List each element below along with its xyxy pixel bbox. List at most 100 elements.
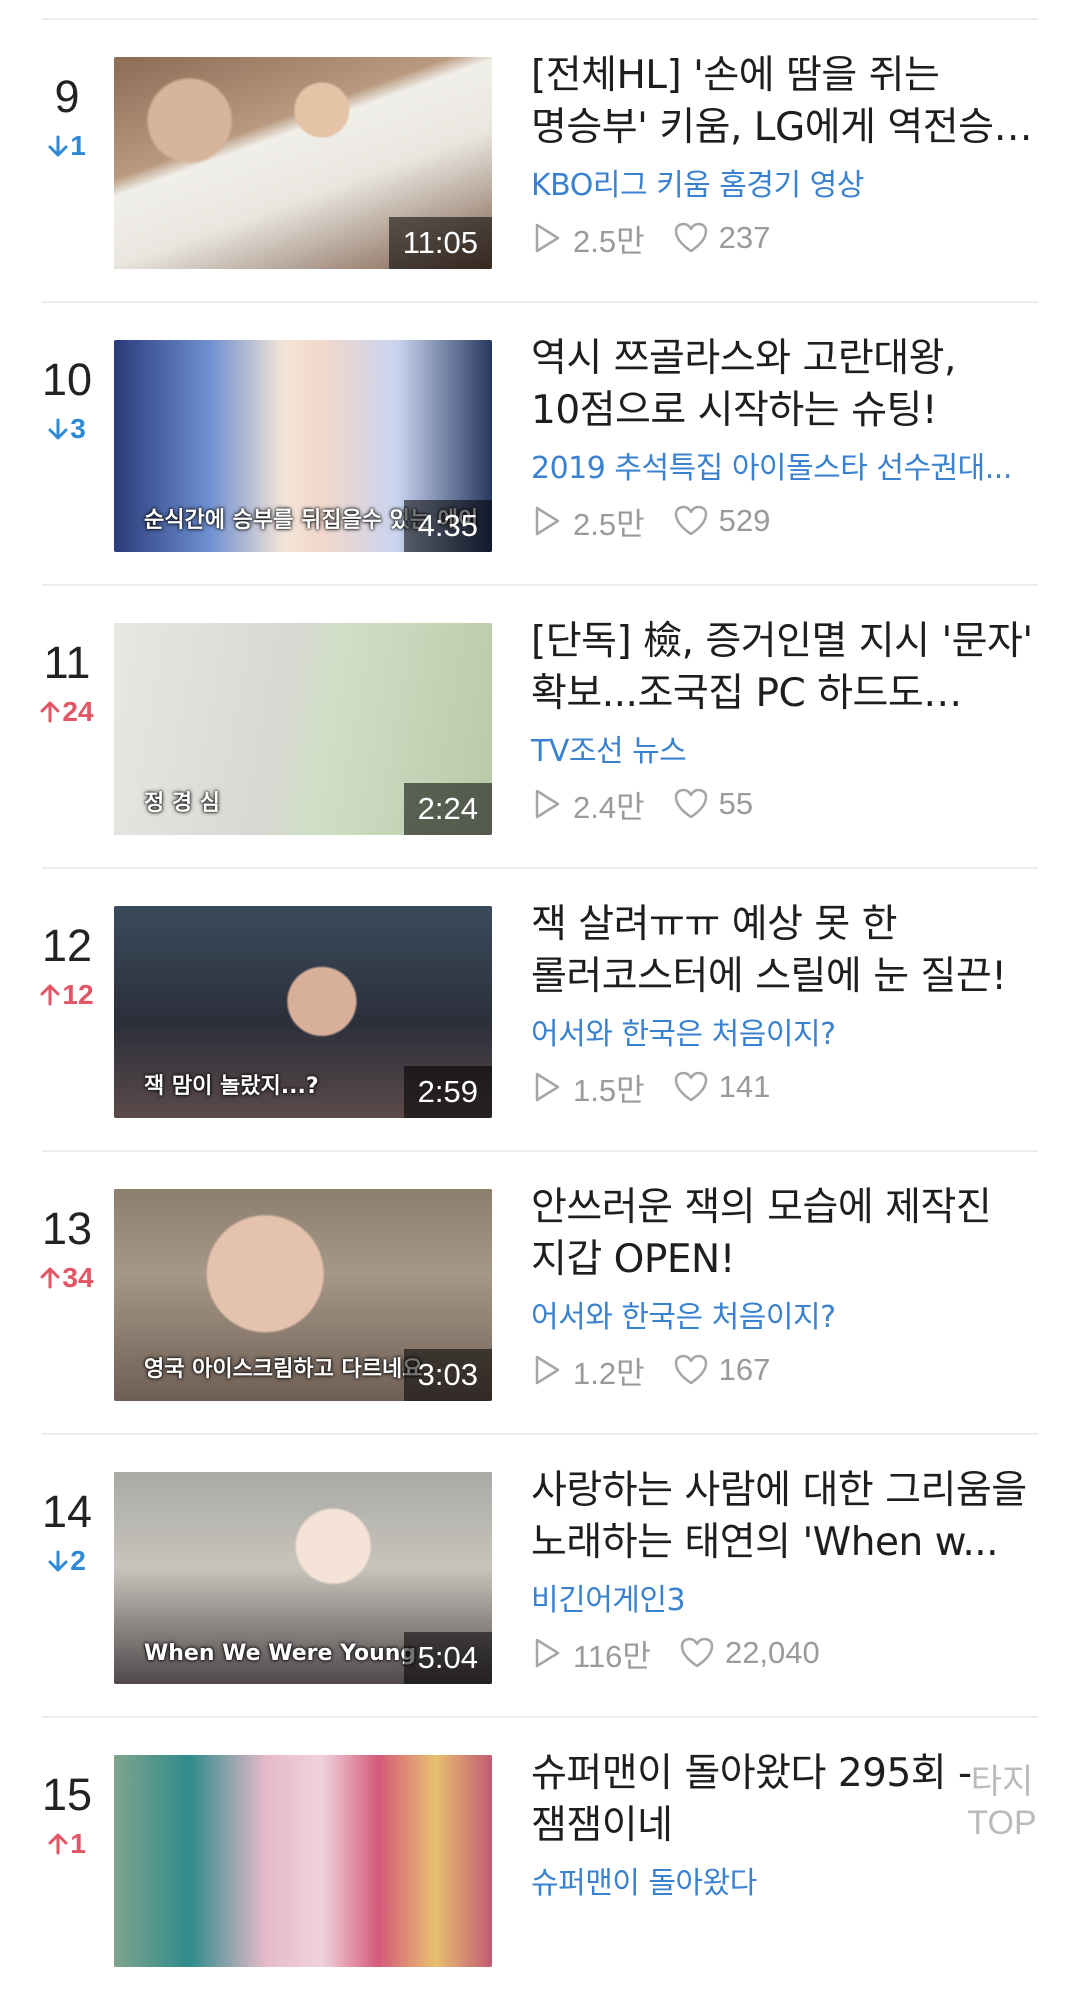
heart-icon	[673, 1070, 709, 1104]
video-thumbnail[interactable]: 11:05	[114, 57, 492, 269]
rank-change-value: 2	[70, 1545, 86, 1576]
like-count: 141	[718, 1069, 771, 1104]
list-item[interactable]: 13 34 영국 아이스크림하고 다르네요 3:03 안쓰러운 잭의 모습에 제작진 지…	[0, 1152, 1080, 1435]
list-item[interactable]: 12 12 잭 맘이 놀랐지...? 2:59 잭 살려ㅠㅠ 예상 못 한 롤러코스터에…	[0, 869, 1080, 1152]
video-stats: 116만 22,040	[531, 1631, 1036, 1675]
rank-block: 91	[20, 70, 114, 166]
channel-name[interactable]: KBO리그 키움 홈경기 영상	[531, 166, 1036, 206]
ranking-list: 9 1 11:05 [전체HL] '손에 땀을 쥐는 명승부' 키움, LG에게 역전…	[0, 0, 1080, 1967]
top-button-title: 타지	[970, 1762, 1034, 1802]
list-item[interactable]: 10 3 순식간에 승부를 뒤집을수 있는 에이 4:35 역시 쯔골라스와 고란대왕,…	[0, 303, 1080, 586]
video-title[interactable]: 슈퍼맨이 돌아왔다 295회 - 잼잼이네	[531, 1748, 1036, 1852]
video-duration: 2:24	[403, 783, 492, 835]
video-title[interactable]: 역시 쯔골라스와 고란대왕, 10점으로 시작하는 슈팅!	[531, 333, 1036, 437]
rank-change-value: 24	[62, 696, 94, 727]
arrow-up-icon	[40, 1262, 60, 1298]
rank-number: 10	[41, 354, 93, 405]
list-item[interactable]: 11 24 정 경 심 2:24 [단독] 檢, 증거인멸 지시 '문자' 확보...조…	[0, 586, 1080, 869]
video-thumbnail[interactable]: 순식간에 승부를 뒤집을수 있는 에이 4:35	[114, 340, 492, 552]
video-duration: 4:35	[403, 500, 492, 552]
rank-change: 2	[20, 1543, 114, 1581]
rank-block: 15 1	[20, 1768, 114, 1864]
video-duration: 5:04	[403, 1632, 492, 1684]
video-info: 슈퍼맨이 돌아왔다 295회 - 잼잼이네슈퍼맨이 돌아왔다	[531, 1748, 1036, 1904]
video-thumbnail[interactable]: 잭 맘이 놀랐지...? 2:59	[114, 906, 492, 1118]
rank-change: 12	[20, 977, 114, 1015]
rank-change-value: 3	[70, 413, 86, 444]
rank-change: 34	[20, 1260, 114, 1298]
play-icon	[531, 504, 563, 538]
rank-change-value: 12	[62, 979, 94, 1010]
video-title[interactable]: 사랑하는 사람에 대한 그리움을 노래하는 태연의 'When w...	[531, 1465, 1036, 1569]
video-info: [전체HL] '손에 땀을 쥐는 명승부' 키움, LG에게 역전승 거두...…	[531, 50, 1036, 260]
thumbnail-image	[114, 1755, 492, 1967]
like-count: 55	[718, 786, 754, 821]
top-button-label: TOP	[967, 1804, 1037, 1842]
play-icon	[531, 1353, 563, 1387]
channel-name[interactable]: 어서와 한국은 처음이지?	[531, 1015, 1036, 1055]
play-icon	[531, 221, 563, 255]
rank-change-value: 34	[62, 1262, 94, 1293]
play-icon	[531, 1070, 563, 1104]
like-count: 529	[718, 503, 771, 538]
video-stats: 1.2만 167	[531, 1348, 1036, 1392]
channel-name[interactable]: 어서와 한국은 처음이지?	[531, 1298, 1036, 1338]
list-item[interactable]: 15 1 슈퍼맨이 돌아왔다 295회 - 잼잼이네 슈퍼맨이 돌아왔다	[0, 1718, 1080, 2001]
view-count: 2.4만	[573, 789, 645, 825]
view-count: 1.5만	[573, 1072, 645, 1108]
video-duration: 2:59	[403, 1066, 492, 1118]
video-title[interactable]: 안쓰러운 잭의 모습에 제작진 지갑 OPEN!	[531, 1182, 1036, 1286]
channel-name[interactable]: 슈퍼맨이 돌아왔다	[531, 1864, 1036, 1904]
arrow-down-icon	[48, 413, 68, 449]
channel-name[interactable]: TV조선 뉴스	[531, 732, 1036, 772]
view-count: 1.2만	[573, 1355, 645, 1391]
video-stats: 2.4만 55	[531, 782, 1036, 826]
rank-change-value: 1	[70, 130, 86, 161]
channel-name[interactable]: 2019 추석특집 아이돌스타 선수권대...	[531, 449, 1036, 489]
thumbnail-caption: 영국 아이스크림하고 다르네요	[144, 1357, 423, 1382]
video-thumbnail[interactable]: 영국 아이스크림하고 다르네요 3:03	[114, 1189, 492, 1401]
view-count: 2.5만	[573, 506, 645, 542]
rank-number: 12	[41, 920, 93, 971]
view-count: 2.5만	[573, 223, 645, 259]
video-title[interactable]: [전체HL] '손에 땀을 쥐는 명승부' 키움, LG에게 역전승 거두...	[531, 50, 1036, 154]
scroll-to-top-button[interactable]: 타지 TOP	[962, 1762, 1042, 1846]
rank-block: 11 24	[20, 636, 114, 732]
video-title[interactable]: [단독] 檢, 증거인멸 지시 '문자' 확보...조국집 PC 하드도 전격.…	[531, 616, 1036, 720]
video-thumbnail[interactable]	[114, 1755, 492, 1967]
arrow-up-icon	[40, 696, 60, 732]
video-info: [단독] 檢, 증거인멸 지시 '문자' 확보...조국집 PC 하드도 전격.…	[531, 616, 1036, 826]
rank-change: 1	[20, 1826, 114, 1864]
rank-block: 14 2	[20, 1485, 114, 1581]
channel-name[interactable]: 비긴어게인3	[531, 1581, 1036, 1621]
arrow-down-icon	[48, 130, 68, 166]
list-item[interactable]: 9 1 11:05 [전체HL] '손에 땀을 쥐는 명승부' 키움, LG에게 역전…	[0, 20, 1080, 303]
video-info: 사랑하는 사람에 대한 그리움을 노래하는 태연의 'When w... 비긴어게…	[531, 1465, 1036, 1675]
play-icon	[531, 787, 563, 821]
rank-change: 24	[20, 694, 114, 732]
play-icon	[531, 1636, 563, 1670]
video-stats: 2.5만 529	[531, 499, 1036, 543]
thumbnail-caption: When We Were Young	[144, 1641, 417, 1666]
thumbnail-caption: 정 경 심	[144, 791, 221, 816]
heart-icon	[673, 1353, 709, 1387]
like-count: 22,040	[724, 1635, 820, 1670]
rank-change: 3	[20, 411, 114, 449]
heart-icon	[673, 787, 709, 821]
like-count: 167	[718, 1352, 771, 1387]
video-thumbnail[interactable]: When We Were Young 5:04	[114, 1472, 492, 1684]
like-count: 237	[718, 220, 771, 255]
heart-icon	[679, 1636, 715, 1670]
rank-number: 9	[54, 71, 80, 122]
rank-block: 12 12	[20, 919, 114, 1015]
rank-block: 13 34	[20, 1202, 114, 1298]
video-thumbnail[interactable]: 정 경 심 2:24	[114, 623, 492, 835]
view-count: 116만	[573, 1638, 651, 1674]
thumbnail-caption: 잭 맘이 놀랐지...?	[144, 1074, 319, 1099]
list-item[interactable]: 14 2 When We Were Young 5:04 사랑하는 사람에 대한 그리움…	[0, 1435, 1080, 1718]
video-title[interactable]: 잭 살려ㅠㅠ 예상 못 한 롤러코스터에 스릴에 눈 질끈!	[531, 899, 1036, 1003]
rank-number: 14	[41, 1486, 93, 1537]
rank-block: 10 3	[20, 353, 114, 449]
video-duration: 3:03	[403, 1349, 492, 1401]
rank-number: 15	[41, 1769, 93, 1820]
